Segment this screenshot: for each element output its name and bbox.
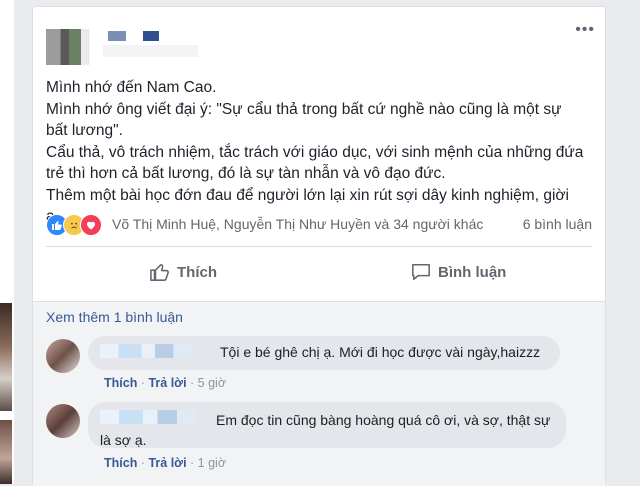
- comment-like-link[interactable]: Thích: [104, 376, 137, 390]
- comment-like-link[interactable]: Thích: [104, 456, 137, 470]
- post-timestamp-blurred[interactable]: [103, 45, 198, 57]
- comment-icon: [410, 262, 432, 282]
- comment-time[interactable]: 1 giờ: [198, 456, 226, 470]
- comment-meta: Thích · Trả lời · 1 giờ: [104, 456, 227, 470]
- like-button-label: Thích: [177, 263, 217, 281]
- author-avatar-blurred[interactable]: [46, 29, 104, 65]
- reaction-names[interactable]: Võ Thị Minh Huệ, Nguyễn Thị Như Huyền và…: [112, 216, 483, 232]
- more-options-icon[interactable]: •••: [575, 21, 595, 39]
- comment-time[interactable]: 5 giờ: [198, 376, 226, 390]
- comments-section: Xem thêm 1 bình luận Tội e bé ghê chị ạ.…: [33, 301, 605, 486]
- thumbs-up-icon: [149, 262, 171, 282]
- divider: [46, 246, 592, 247]
- post-card: ••• Mình nhớ đến Nam Cao. Mình nhớ ông v…: [32, 6, 606, 486]
- comment-meta: Thích · Trả lời · 5 giờ: [104, 376, 227, 390]
- left-sidebar-strip: [0, 0, 14, 484]
- commenter-name-blurred[interactable]: [100, 344, 192, 358]
- reaction-icons[interactable]: [46, 214, 108, 236]
- author-name-blurred[interactable]: [108, 31, 126, 41]
- post-line: Cẩu thả, vô trách nhiệm, tắc trách với g…: [46, 143, 588, 183]
- post-line: Mình nhớ đến Nam Cao.: [46, 79, 217, 96]
- sidebar-thumbnail[interactable]: [0, 303, 12, 411]
- comment-bubble: Em đọc tin cũng bàng hoàng quá cô ơi, và…: [88, 402, 566, 448]
- commenter-avatar[interactable]: [46, 404, 80, 438]
- comment-count[interactable]: 6 bình luận: [523, 216, 592, 232]
- comment-reply-link[interactable]: Trả lời: [148, 376, 186, 390]
- comment-button-label: Bình luận: [438, 263, 507, 281]
- author-name-blurred[interactable]: [143, 31, 159, 41]
- post-body: Mình nhớ đến Nam Cao. Mình nhớ ông viết …: [46, 77, 586, 228]
- sidebar-thumbnail[interactable]: [0, 420, 12, 484]
- post-actions: Thích Bình luận: [46, 256, 592, 288]
- comment-text: Tội e bé ghê chị ạ. Mới đi học được vài …: [220, 344, 541, 360]
- comment-button[interactable]: Bình luận: [410, 256, 506, 288]
- comment-reply-link[interactable]: Trả lời: [148, 456, 186, 470]
- love-icon: [80, 214, 102, 236]
- comment-text: Em đọc tin cũng bàng hoàng quá cô ơi, và…: [100, 412, 551, 448]
- like-button[interactable]: Thích: [149, 256, 217, 288]
- commenter-avatar[interactable]: [46, 339, 80, 373]
- reactions-bar: Võ Thị Minh Huệ, Nguyễn Thị Như Huyền và…: [46, 214, 592, 236]
- post-line: Mình nhớ ông viết đại ý: "Sự cẩu thả tro…: [46, 100, 566, 140]
- comment-bubble: Tội e bé ghê chị ạ. Mới đi học được vài …: [88, 336, 560, 370]
- see-more-comments-link[interactable]: Xem thêm 1 bình luận: [46, 309, 183, 325]
